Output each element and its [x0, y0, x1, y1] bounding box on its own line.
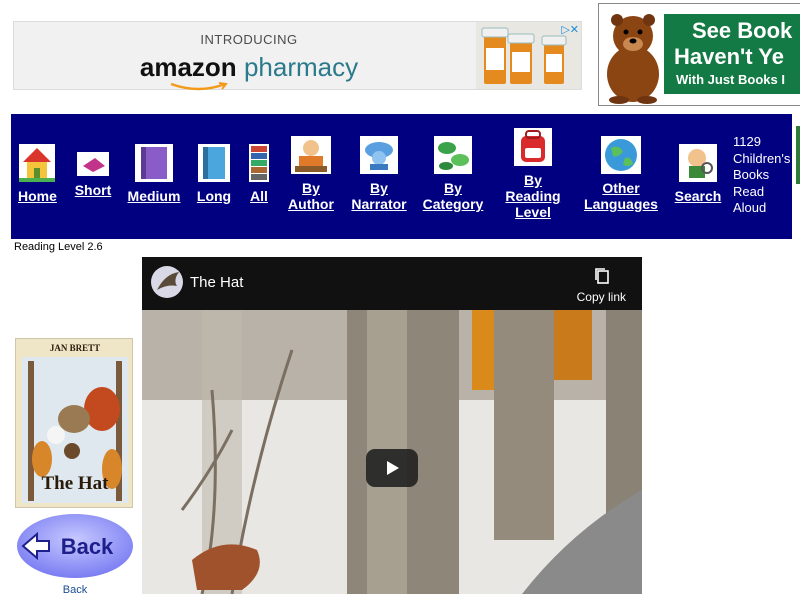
ad-brand-pharmacy: pharmacy [243, 52, 359, 82]
nav-by-reading-level[interactable]: By Reading Level [505, 128, 561, 220]
nav-by-category[interactable]: By Category [421, 136, 485, 212]
search-icon [679, 144, 717, 182]
nav-by-narrator-label: By Narrator [351, 180, 407, 212]
play-button-icon[interactable] [366, 449, 418, 487]
backpack-icon [514, 128, 552, 166]
nav-home-label: Home [18, 188, 57, 204]
globe-icon [601, 136, 641, 174]
nav-by-narrator[interactable]: By Narrator [351, 136, 407, 212]
bear-mascot-icon [607, 14, 659, 104]
books-ad-line2: Haven't Ye [674, 44, 784, 69]
house-icon [19, 144, 55, 182]
nav-home[interactable]: Home [18, 144, 57, 204]
books-ad[interactable]: See Book Haven't Ye With Just Books I [598, 3, 800, 106]
nav-medium-label: Medium [127, 188, 181, 204]
small-book-icon [77, 152, 109, 176]
copy-link-button[interactable]: Copy link [577, 290, 626, 304]
books-ad-line3: With Just Books I [676, 72, 785, 87]
adchoices-icon[interactable]: ▷✕ [561, 23, 579, 36]
video-player[interactable]: The Hat Copy link [142, 257, 642, 594]
long-book-icon [198, 144, 230, 182]
nav-by-author-label: By Author [288, 180, 334, 212]
medium-book-icon [135, 144, 173, 182]
nav-long[interactable]: Long [196, 144, 232, 204]
nav-other-languages[interactable]: Other Languages [581, 136, 661, 212]
books-ad-line1: See Book [692, 18, 793, 43]
books-ad-panel: See Book Haven't Ye With Just Books I [664, 14, 800, 94]
narrator-icon [360, 136, 398, 174]
nav-long-label: Long [196, 188, 232, 204]
video-header: The Hat Copy link [142, 257, 642, 310]
nav-all[interactable]: All [247, 144, 271, 204]
amazon-smile-icon [170, 82, 228, 91]
amazon-pharmacy-ad[interactable]: INTRODUCING amazon pharmacy ▷✕ [13, 21, 582, 91]
nav-by-reading-level-label: By Reading Level [505, 172, 561, 220]
nav-short-label: Short [74, 182, 112, 198]
book-count-text: 1129 Children's Books Read Aloud [733, 134, 791, 215]
copy-link-icon[interactable] [594, 267, 610, 285]
ad-intro-text: INTRODUCING [200, 32, 298, 47]
back-button[interactable]: Back [15, 513, 135, 580]
nav-other-languages-label: Other Languages [584, 180, 658, 212]
book-stack-icon [249, 144, 269, 182]
book-cover-author: JAN BRETT [50, 343, 100, 353]
nav-edge-decoration [796, 126, 800, 184]
ad-brand-amazon: amazon [139, 52, 237, 82]
author-icon [291, 136, 331, 174]
nav-by-category-label: By Category [422, 180, 484, 212]
book-cover-title: The Hat [41, 473, 109, 494]
main-nav: Home Short Medium Long All By Author By … [11, 114, 800, 239]
nav-search[interactable]: Search [674, 144, 722, 204]
reading-level-text: Reading Level 2.6 [14, 241, 103, 253]
nav-short[interactable]: Short [74, 152, 112, 198]
nav-medium[interactable]: Medium [127, 144, 181, 204]
channel-avatar[interactable] [151, 266, 183, 298]
nav-search-label: Search [674, 188, 722, 204]
video-title[interactable]: The Hat [190, 274, 243, 291]
nav-by-author[interactable]: By Author [287, 136, 335, 212]
ad-brand-text: amazon pharmacy [14, 52, 484, 83]
back-link[interactable]: Back [14, 584, 136, 596]
category-icon [434, 136, 472, 174]
back-button-label: Back [61, 534, 114, 559]
book-cover-illustration: The Hat JAN BRETT [16, 339, 132, 507]
nav-all-label: All [250, 188, 268, 204]
book-cover-image[interactable]: The Hat JAN BRETT [15, 338, 133, 508]
